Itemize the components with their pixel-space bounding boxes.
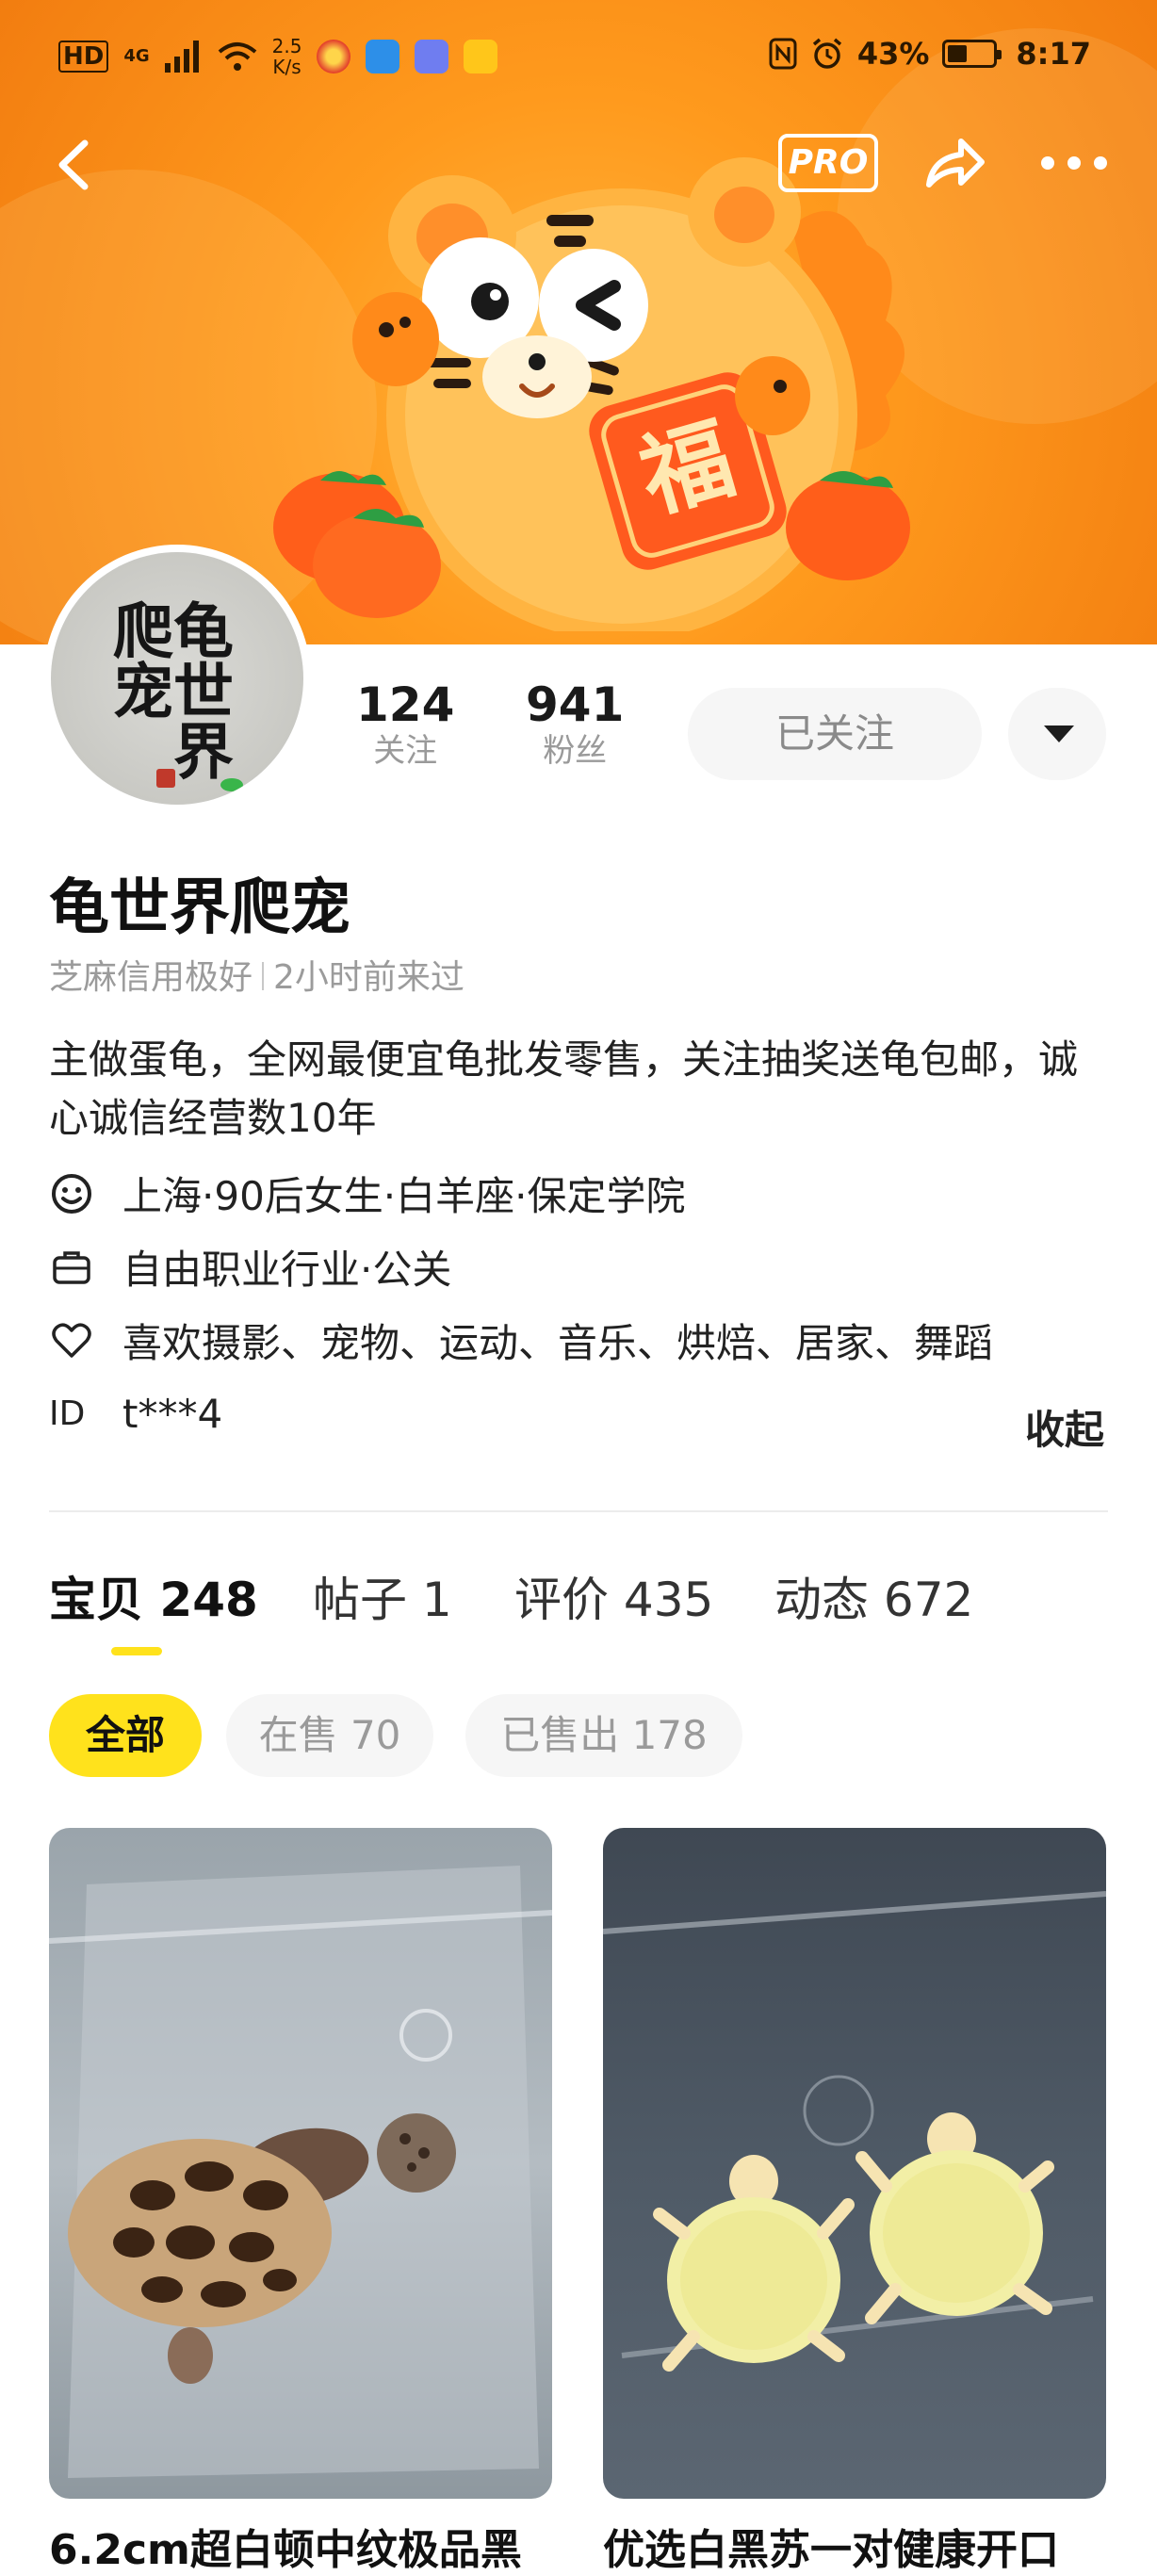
avatar-image: 龟世界爬宠 <box>51 552 303 805</box>
info-row-hobbies: 喜欢摄影、宠物、运动、音乐、烘焙、居家、舞蹈 <box>49 1312 993 1369</box>
divider <box>262 962 265 990</box>
briefcase-icon <box>49 1245 94 1290</box>
product-title: 优选白黑苏一对健康开口 <box>603 2526 1059 2574</box>
net-speed: 2.5 K/s <box>272 36 302 77</box>
id-value: t***4 <box>122 1391 223 1437</box>
signal-label: HD <box>58 41 109 73</box>
network-label: 4G <box>123 46 150 66</box>
collapse-button[interactable]: 收起 <box>1025 1398 1104 1456</box>
follow-dropdown-button[interactable] <box>1008 688 1106 780</box>
shop-name: 龟世界爬宠 <box>49 873 350 943</box>
triangle-down-icon <box>1044 726 1074 742</box>
net-speed-unit: K/s <box>272 56 301 78</box>
info-hobbies-text: 喜欢摄影、宠物、运动、音乐、烘焙、居家、舞蹈 <box>122 1320 994 1366</box>
followers-label: 粉丝 <box>543 732 608 770</box>
status-bar: HD 4G 2.5 K/s 43% 8:17 <box>0 0 1157 113</box>
wifi-icon <box>218 42 256 71</box>
follow-button[interactable]: 已关注 <box>688 688 982 780</box>
tab-count: 1 <box>421 1573 452 1627</box>
mail-app-icon <box>464 40 498 73</box>
filter-chip-all[interactable]: 全部 <box>49 1694 202 1777</box>
back-arrow-icon[interactable] <box>49 132 106 198</box>
tab-count: 435 <box>623 1573 714 1627</box>
product-card[interactable] <box>603 1828 1106 2499</box>
status-bar-left: HD 4G 2.5 K/s <box>58 36 498 77</box>
product-card[interactable] <box>49 1828 552 2499</box>
info-basic-text: 上海·90后女生·白羊座·保定学院 <box>122 1173 686 1219</box>
product-photo <box>603 1828 1106 2499</box>
followers-stat[interactable]: 941 粉丝 <box>526 678 624 771</box>
avatar[interactable]: 龟世界爬宠 <box>43 545 311 812</box>
share-icon[interactable] <box>920 130 987 198</box>
tab-reviews[interactable]: 评价 435 <box>514 1562 713 1630</box>
emblem-app-icon <box>317 40 351 73</box>
tab-count: 672 <box>883 1573 974 1627</box>
tab-count: 248 <box>159 1573 258 1627</box>
following-stat[interactable]: 124 关注 <box>356 678 454 771</box>
active-tab-indicator <box>111 1647 162 1655</box>
alarm-icon <box>812 38 841 69</box>
net-speed-value: 2.5 <box>271 35 302 57</box>
heart-icon <box>49 1318 94 1363</box>
info-job-text: 自由职业行业·公关 <box>122 1247 452 1293</box>
tab-posts[interactable]: 帖子 1 <box>313 1562 452 1630</box>
battery-percent: 43% <box>856 36 930 72</box>
filter-chip-sold[interactable]: 已售出 178 <box>465 1694 742 1777</box>
product-title: 6.2cm超白顿中纹极品黑 <box>49 2526 522 2574</box>
music-app-icon <box>415 40 449 73</box>
tab-label: 动态 <box>774 1573 869 1627</box>
info-row-job: 自由职业行业·公关 <box>49 1238 451 1296</box>
battery-icon <box>942 40 1002 68</box>
smiley-icon <box>49 1171 94 1216</box>
tab-activity[interactable]: 动态 672 <box>774 1562 973 1630</box>
clock: 8:17 <box>1016 36 1091 72</box>
last-seen: 2小时前来过 <box>273 958 464 997</box>
weather-app-icon <box>366 40 400 73</box>
product-photo <box>49 1828 552 2499</box>
followers-count: 941 <box>526 677 625 732</box>
status-bar-right: 43% 8:17 <box>769 36 1091 72</box>
id-label: ID <box>49 1394 86 1433</box>
following-label: 关注 <box>373 732 438 770</box>
more-icon[interactable] <box>1036 139 1112 187</box>
credit-line: 芝麻信用极好 2小时前来过 <box>49 950 464 999</box>
nfc-icon <box>769 38 797 70</box>
avatar-turtle-mark <box>220 778 243 791</box>
signal-strength-icon <box>164 41 199 73</box>
section-divider <box>49 1510 1108 1512</box>
following-count: 124 <box>356 677 455 732</box>
credit-rating: 芝麻信用极好 <box>49 958 253 997</box>
avatar-seal <box>156 769 175 788</box>
tab-label: 宝贝 <box>49 1573 143 1627</box>
tab-items[interactable]: 宝贝 248 <box>49 1562 258 1630</box>
info-row-id: ID t***4 <box>49 1391 222 1437</box>
profile-bio: 主做蛋龟，全网最便宜龟批发零售，关注抽奖送龟包邮，诚心诚信经营数10年 <box>49 1036 1079 1141</box>
info-row-basic: 上海·90后女生·白羊座·保定学院 <box>49 1165 686 1222</box>
pro-badge-button[interactable]: PRO <box>778 134 878 192</box>
tab-label: 评价 <box>514 1573 609 1627</box>
filter-chip-on-sale[interactable]: 在售 70 <box>226 1694 433 1777</box>
tab-label: 帖子 <box>313 1573 407 1627</box>
